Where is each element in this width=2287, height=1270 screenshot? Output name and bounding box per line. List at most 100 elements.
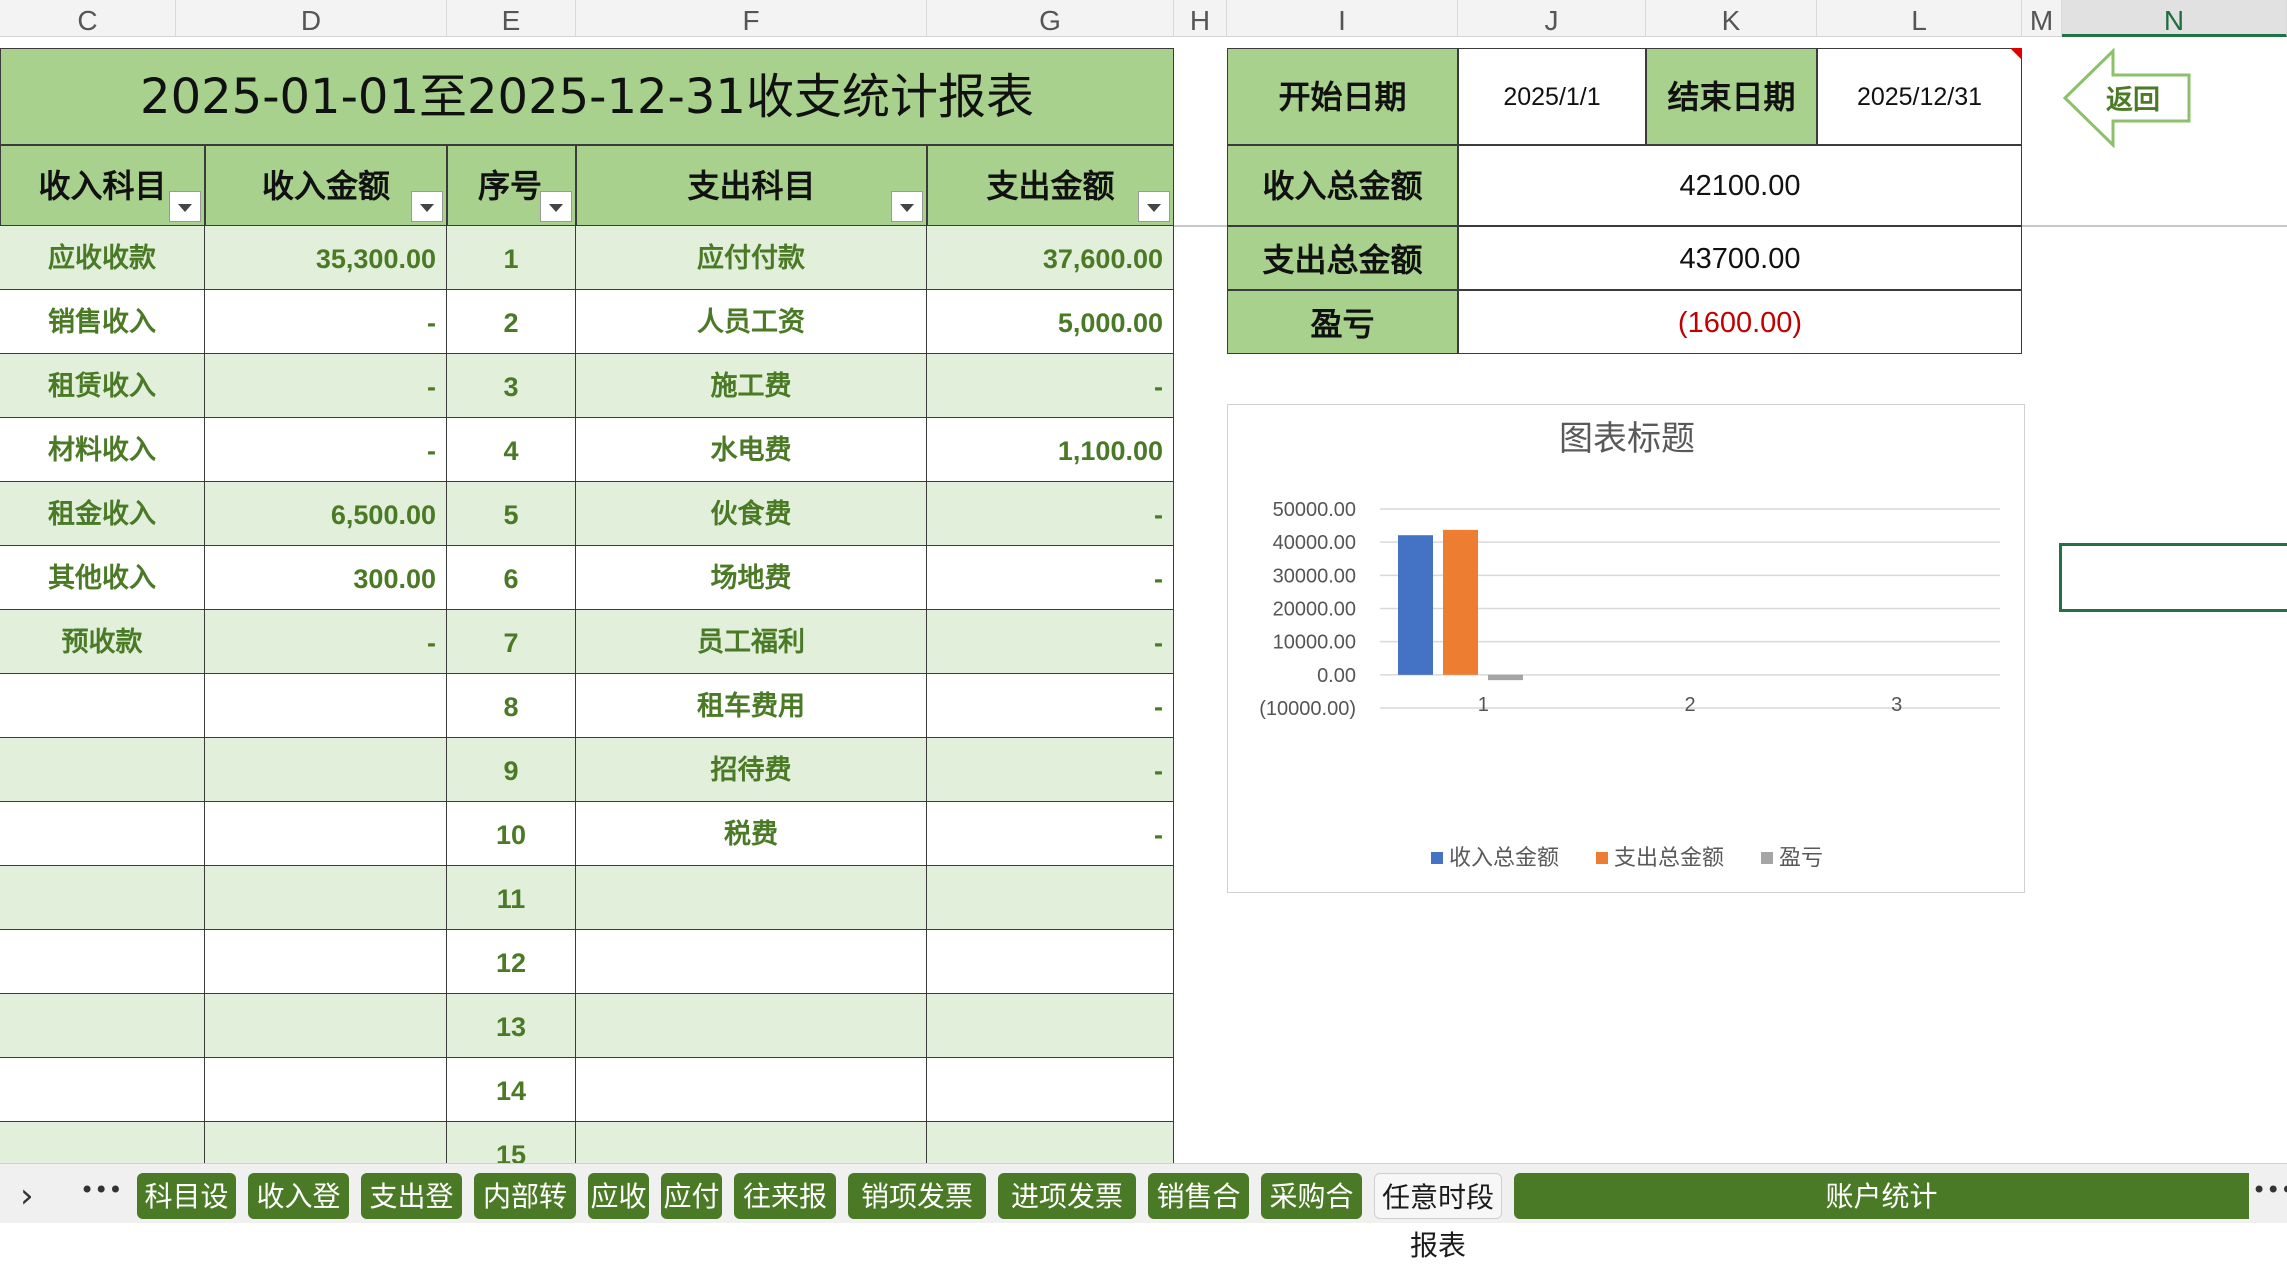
income-item-cell[interactable]: 材料收入 bbox=[0, 418, 205, 482]
header-expense-amount[interactable]: 支出金额 bbox=[927, 145, 1174, 226]
expense-amount-cell[interactable] bbox=[927, 930, 1174, 994]
income-amount-cell[interactable]: 35,300.00 bbox=[205, 226, 447, 290]
expense-item-cell[interactable]: 伙食费 bbox=[576, 482, 927, 546]
sheet-tab[interactable]: 科目设置 bbox=[137, 1173, 236, 1261]
header-expense-item[interactable]: 支出科目 bbox=[576, 145, 927, 226]
seq-cell[interactable]: 9 bbox=[447, 738, 576, 802]
expense-item-cell[interactable] bbox=[576, 1058, 927, 1122]
selected-cell[interactable] bbox=[2059, 543, 2287, 612]
expense-amount-cell[interactable]: - bbox=[927, 482, 1174, 546]
seq-cell[interactable]: 2 bbox=[447, 290, 576, 354]
income-item-cell[interactable] bbox=[0, 994, 205, 1058]
end-date-value[interactable]: 2025/12/31 bbox=[1817, 48, 2022, 145]
expense-amount-cell[interactable] bbox=[927, 994, 1174, 1058]
seq-cell[interactable]: 1 bbox=[447, 226, 576, 290]
expense-amount-cell[interactable] bbox=[927, 866, 1174, 930]
income-amount-cell[interactable]: 6,500.00 bbox=[205, 482, 447, 546]
filter-dropdown-icon[interactable] bbox=[169, 191, 201, 222]
expense-amount-cell[interactable]: - bbox=[927, 354, 1174, 418]
expense-item-cell[interactable]: 税费 bbox=[576, 802, 927, 866]
expense-amount-cell[interactable] bbox=[927, 1058, 1174, 1122]
back-button[interactable]: 返回 bbox=[2062, 47, 2192, 149]
sheet-tab[interactable]: 应收 bbox=[588, 1173, 649, 1219]
profit-loss-value[interactable]: (1600.00) bbox=[1458, 290, 2022, 354]
sheet-tab[interactable]: 进项发票登记 bbox=[998, 1173, 1136, 1261]
column-header-l[interactable]: L bbox=[1817, 0, 2022, 37]
column-header-g[interactable]: G bbox=[927, 0, 1174, 37]
income-item-cell[interactable]: 租赁收入 bbox=[0, 354, 205, 418]
income-amount-cell[interactable] bbox=[205, 930, 447, 994]
tab-next-icon[interactable]: › bbox=[20, 1176, 34, 1216]
sheet-tab[interactable]: 任意时段报表 bbox=[1374, 1173, 1502, 1262]
income-amount-cell[interactable] bbox=[205, 866, 447, 930]
expense-item-cell[interactable]: 员工福利 bbox=[576, 610, 927, 674]
column-header-h[interactable]: H bbox=[1174, 0, 1227, 37]
expense-item-cell[interactable]: 应付付款 bbox=[576, 226, 927, 290]
sheet-tab[interactable]: 销项发票登记 bbox=[848, 1173, 986, 1261]
seq-cell[interactable]: 10 bbox=[447, 802, 576, 866]
report-title[interactable]: 2025-01-01至2025-12-31收支统计报表 bbox=[0, 48, 1174, 145]
column-header-m[interactable]: M bbox=[2022, 0, 2062, 37]
column-header-n[interactable]: N bbox=[2062, 0, 2287, 37]
seq-cell[interactable]: 3 bbox=[447, 354, 576, 418]
income-item-cell[interactable] bbox=[0, 1122, 205, 1163]
income-amount-cell[interactable]: - bbox=[205, 610, 447, 674]
filter-dropdown-icon[interactable] bbox=[540, 191, 572, 222]
income-amount-cell[interactable] bbox=[205, 1058, 447, 1122]
income-item-cell[interactable]: 租金收入 bbox=[0, 482, 205, 546]
header-seq[interactable]: 序号 bbox=[447, 145, 576, 226]
income-amount-cell[interactable]: - bbox=[205, 354, 447, 418]
seq-cell[interactable]: 13 bbox=[447, 994, 576, 1058]
expense-amount-cell[interactable]: 5,000.00 bbox=[927, 290, 1174, 354]
expense-item-cell[interactable]: 水电费 bbox=[576, 418, 927, 482]
expense-item-cell[interactable]: 人员工资 bbox=[576, 290, 927, 354]
header-income-amount[interactable]: 收入金额 bbox=[205, 145, 447, 226]
income-amount-cell[interactable] bbox=[205, 674, 447, 738]
column-header-j[interactable]: J bbox=[1458, 0, 1646, 37]
income-amount-cell[interactable] bbox=[205, 802, 447, 866]
income-item-cell[interactable]: 应收收款 bbox=[0, 226, 205, 290]
expense-amount-cell[interactable]: - bbox=[927, 546, 1174, 610]
seq-cell[interactable]: 11 bbox=[447, 866, 576, 930]
column-header-c[interactable]: C bbox=[0, 0, 176, 37]
income-amount-cell[interactable]: - bbox=[205, 418, 447, 482]
seq-cell[interactable]: 4 bbox=[447, 418, 576, 482]
seq-cell[interactable]: 14 bbox=[447, 1058, 576, 1122]
expense-amount-cell[interactable]: - bbox=[927, 674, 1174, 738]
expense-amount-cell[interactable]: 1,100.00 bbox=[927, 418, 1174, 482]
expense-item-cell[interactable] bbox=[576, 1122, 927, 1163]
expense-item-cell[interactable] bbox=[576, 994, 927, 1058]
column-header-d[interactable]: D bbox=[176, 0, 447, 37]
filter-dropdown-icon[interactable] bbox=[891, 191, 923, 222]
sheet-tab[interactable]: 账户统计 bbox=[1514, 1173, 2249, 1219]
expense-item-cell[interactable]: 招待费 bbox=[576, 738, 927, 802]
income-amount-cell[interactable]: - bbox=[205, 290, 447, 354]
filter-dropdown-icon[interactable] bbox=[1138, 191, 1170, 222]
comment-indicator-icon[interactable] bbox=[2010, 48, 2022, 60]
income-item-cell[interactable] bbox=[0, 1058, 205, 1122]
seq-cell[interactable]: 8 bbox=[447, 674, 576, 738]
seq-cell[interactable]: 12 bbox=[447, 930, 576, 994]
seq-cell[interactable]: 7 bbox=[447, 610, 576, 674]
income-amount-cell[interactable] bbox=[205, 994, 447, 1058]
income-item-cell[interactable] bbox=[0, 802, 205, 866]
tab-overflow-icon[interactable]: ••• bbox=[2252, 1176, 2287, 1204]
expense-total-value[interactable]: 43700.00 bbox=[1458, 226, 2022, 290]
income-item-cell[interactable] bbox=[0, 674, 205, 738]
sheet-tab[interactable]: 收入登记 bbox=[248, 1173, 349, 1261]
expense-amount-cell[interactable] bbox=[927, 1122, 1174, 1163]
expense-item-cell[interactable]: 施工费 bbox=[576, 354, 927, 418]
column-header-f[interactable]: F bbox=[576, 0, 927, 37]
sheet-tab[interactable]: 销售合同 bbox=[1148, 1173, 1249, 1261]
filter-dropdown-icon[interactable] bbox=[411, 191, 443, 222]
income-item-cell[interactable]: 预收款 bbox=[0, 610, 205, 674]
expense-item-cell[interactable] bbox=[576, 866, 927, 930]
expense-amount-cell[interactable]: - bbox=[927, 610, 1174, 674]
income-total-value[interactable]: 42100.00 bbox=[1458, 145, 2022, 226]
start-date-value[interactable]: 2025/1/1 bbox=[1458, 48, 1646, 145]
expense-item-cell[interactable]: 租车费用 bbox=[576, 674, 927, 738]
expense-amount-cell[interactable]: - bbox=[927, 738, 1174, 802]
header-income-item[interactable]: 收入科目 bbox=[0, 145, 205, 226]
income-amount-cell[interactable] bbox=[205, 1122, 447, 1163]
income-item-cell[interactable]: 其他收入 bbox=[0, 546, 205, 610]
